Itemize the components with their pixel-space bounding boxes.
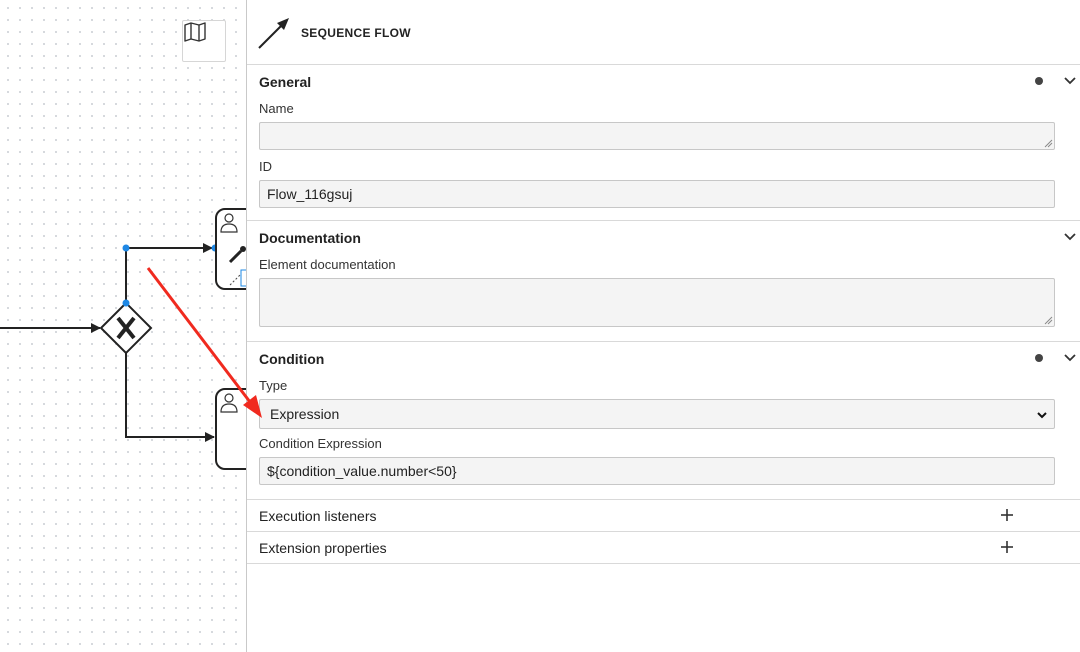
group-documentation-header[interactable]: Documentation <box>247 221 1080 253</box>
group-documentation: Documentation Element documentation <box>247 221 1080 342</box>
group-extension-properties-title: Extension properties <box>259 540 387 556</box>
condition-type-value: Expression <box>270 406 340 422</box>
chevron-down-icon <box>1037 412 1047 419</box>
group-general-header[interactable]: General <box>247 65 1080 97</box>
waypoint-handle[interactable] <box>122 299 130 307</box>
sequence-flow-arrow-icon <box>258 18 289 49</box>
resize-handle-icon[interactable] <box>1044 316 1053 325</box>
bpmn-diagram <box>0 208 247 470</box>
group-extension-properties-header[interactable]: Extension properties <box>247 532 1080 564</box>
group-condition-title: Condition <box>259 351 325 367</box>
id-label: ID <box>259 159 272 174</box>
resize-handle-icon[interactable] <box>1044 139 1053 148</box>
group-general: General Name ID Flow_116gsuj <box>247 65 1080 221</box>
plus-icon[interactable] <box>1000 540 1014 554</box>
condition-type-select[interactable]: Expression <box>259 399 1055 429</box>
condition-expression-value: ${condition_value.number<50} <box>267 463 457 479</box>
condition-expression-field[interactable]: ${condition_value.number<50} <box>259 457 1055 485</box>
chevron-down-icon[interactable] <box>1062 350 1078 366</box>
selected-sequence-flow[interactable] <box>122 243 219 307</box>
waypoint-handle[interactable] <box>122 244 130 252</box>
documentation-label: Element documentation <box>259 257 396 272</box>
id-value: Flow_116gsuj <box>267 186 353 202</box>
group-condition: Condition Type Expression Condition Expr… <box>247 342 1080 500</box>
condition-expression-label: Condition Expression <box>259 436 382 451</box>
name-field[interactable] <box>259 122 1055 150</box>
group-extension-properties[interactable]: Extension properties <box>247 532 1080 564</box>
group-documentation-title: Documentation <box>259 230 361 246</box>
chevron-down-icon[interactable] <box>1062 229 1078 245</box>
data-marker-dot <box>1035 354 1043 362</box>
user-task-lower[interactable] <box>215 388 247 470</box>
group-general-title: General <box>259 74 312 90</box>
group-execution-listeners-header[interactable]: Execution listeners <box>247 500 1080 532</box>
group-execution-listeners[interactable]: Execution listeners <box>247 500 1080 532</box>
data-marker-dot <box>1035 77 1043 85</box>
minimap-toggle-button[interactable] <box>182 20 226 62</box>
panel-header: SEQUENCE FLOW <box>247 0 1080 65</box>
group-condition-header[interactable]: Condition <box>247 342 1080 374</box>
lower-sequence-flow[interactable] <box>125 353 215 442</box>
user-task-upper[interactable] <box>215 208 247 290</box>
condition-type-label: Type <box>259 378 288 393</box>
plus-icon[interactable] <box>1000 508 1014 522</box>
chevron-down-icon[interactable] <box>1062 73 1078 89</box>
diagram-canvas[interactable] <box>0 0 247 652</box>
name-label: Name <box>259 101 294 116</box>
id-field[interactable]: Flow_116gsuj <box>259 180 1055 208</box>
panel-title: SEQUENCE FLOW <box>301 26 411 40</box>
properties-panel: SEQUENCE FLOW General Name ID Flow_116gs… <box>246 0 1080 652</box>
exclusive-gateway[interactable] <box>99 301 153 355</box>
documentation-field[interactable] <box>259 278 1055 327</box>
map-icon <box>184 22 206 42</box>
group-execution-listeners-title: Execution listeners <box>259 508 377 524</box>
